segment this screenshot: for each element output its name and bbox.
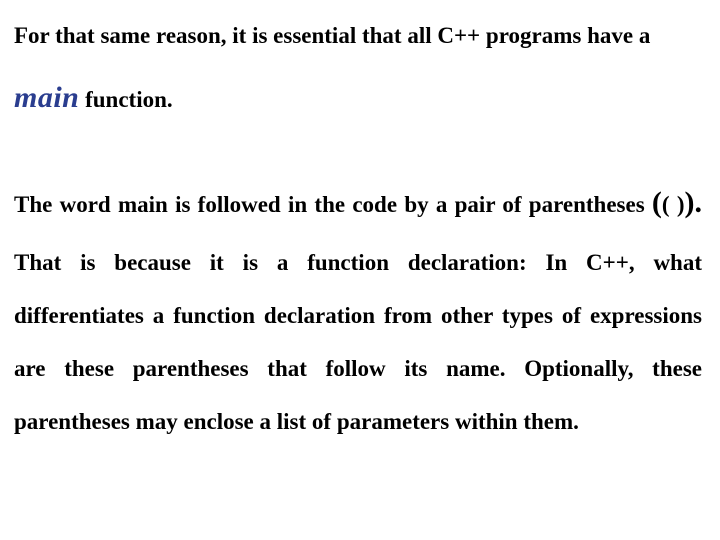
keyword-main: main bbox=[14, 81, 79, 114]
document-page: For that same reason, it is essential th… bbox=[0, 0, 720, 540]
para2-text-1: The word main is followed in the code by… bbox=[14, 192, 652, 217]
para1-text-2: function. bbox=[79, 87, 172, 112]
paragraph-2: The word main is followed in the code by… bbox=[14, 168, 702, 449]
paragraph-1: For that same reason, it is essential th… bbox=[14, 10, 702, 132]
para1-text-1: For that same reason, it is essential th… bbox=[14, 23, 650, 48]
parens-open-big: ( bbox=[652, 186, 662, 219]
parens-close-big: ). bbox=[685, 186, 703, 219]
parens-inner: ( ) bbox=[662, 192, 685, 217]
para2-text-2: That is because it is a function declara… bbox=[14, 250, 702, 434]
